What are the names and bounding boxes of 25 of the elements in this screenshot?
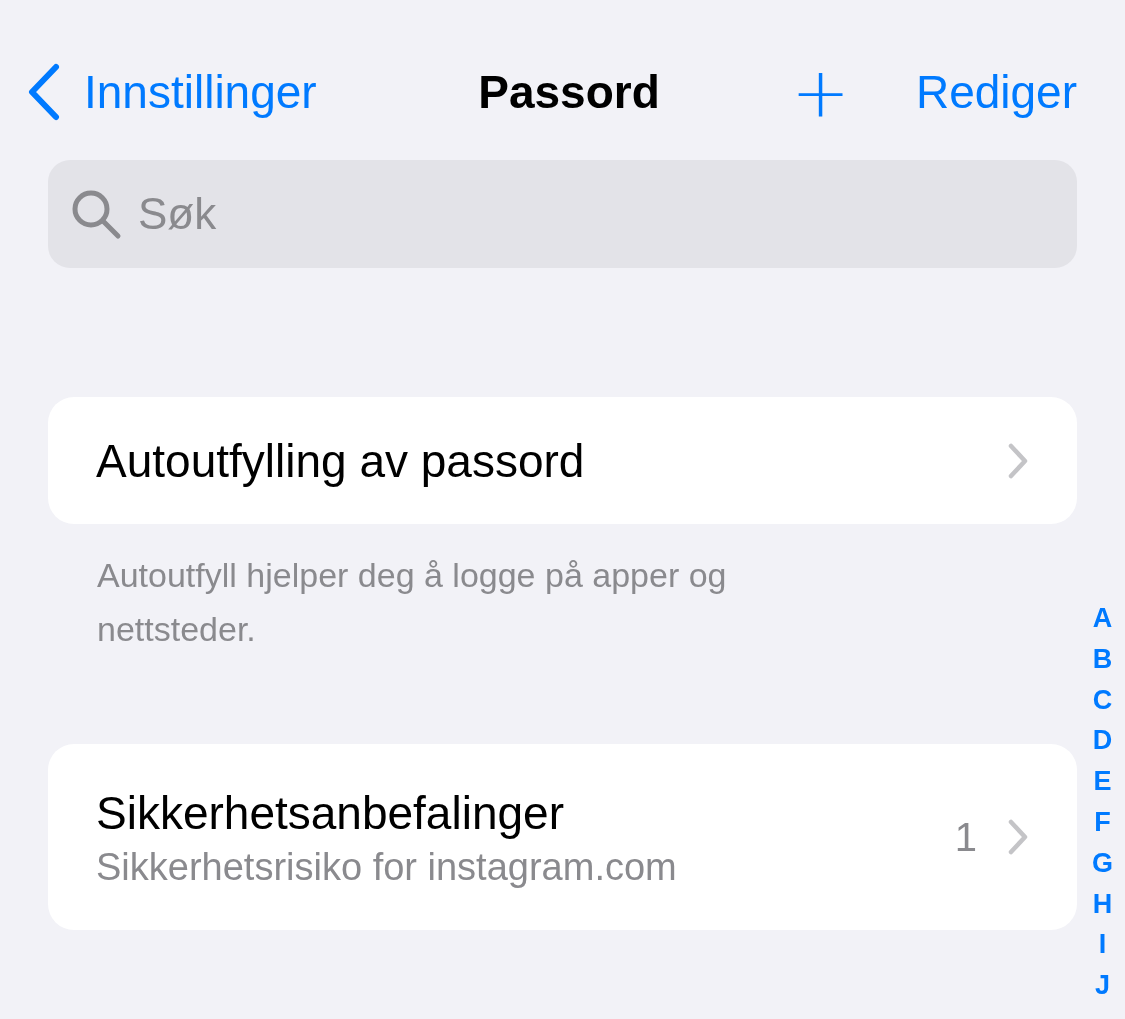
settings-row[interactable]: Sikkerhetsanbefalinger Sikkerhetsrisiko for instagram.com 1 [48, 744, 1077, 930]
row-count: 1 [954, 814, 977, 860]
section-footer: Autoutfyll hjelper deg å logge på apper og nettsteder. [97, 548, 887, 656]
index-letter[interactable]: A [1092, 598, 1113, 639]
row-title: Sikkerhetsanbefalinger [96, 785, 565, 840]
row-subtitle: Sikkerhetsrisiko for instagram.com [96, 845, 678, 889]
index-letter[interactable]: I [1098, 924, 1107, 966]
row-title: Autoutfylling av passord [96, 433, 586, 488]
back-button[interactable]: Innstillinger [26, 63, 317, 121]
settings-row[interactable]: Autoutfylling av passord [48, 397, 1077, 524]
index-letter[interactable]: E [1093, 761, 1112, 802]
chevron-right-icon [1007, 819, 1029, 855]
search-field[interactable]: Søk [48, 160, 1077, 268]
add-button[interactable]: + [791, 57, 850, 127]
index-letter[interactable]: G [1092, 842, 1113, 884]
index-letter[interactable]: F [1094, 802, 1111, 843]
page-title: Passord [477, 65, 661, 119]
index-letter[interactable]: B [1092, 638, 1113, 680]
index-letter[interactable]: H [1092, 883, 1113, 925]
chevron-left-icon [26, 63, 62, 121]
index-letter[interactable]: D [1092, 720, 1113, 762]
chevron-right-icon [1007, 442, 1029, 479]
index-letter[interactable]: J [1094, 965, 1110, 1006]
index-letter[interactable]: C [1092, 679, 1113, 721]
edit-button[interactable]: Rediger [915, 65, 1077, 119]
